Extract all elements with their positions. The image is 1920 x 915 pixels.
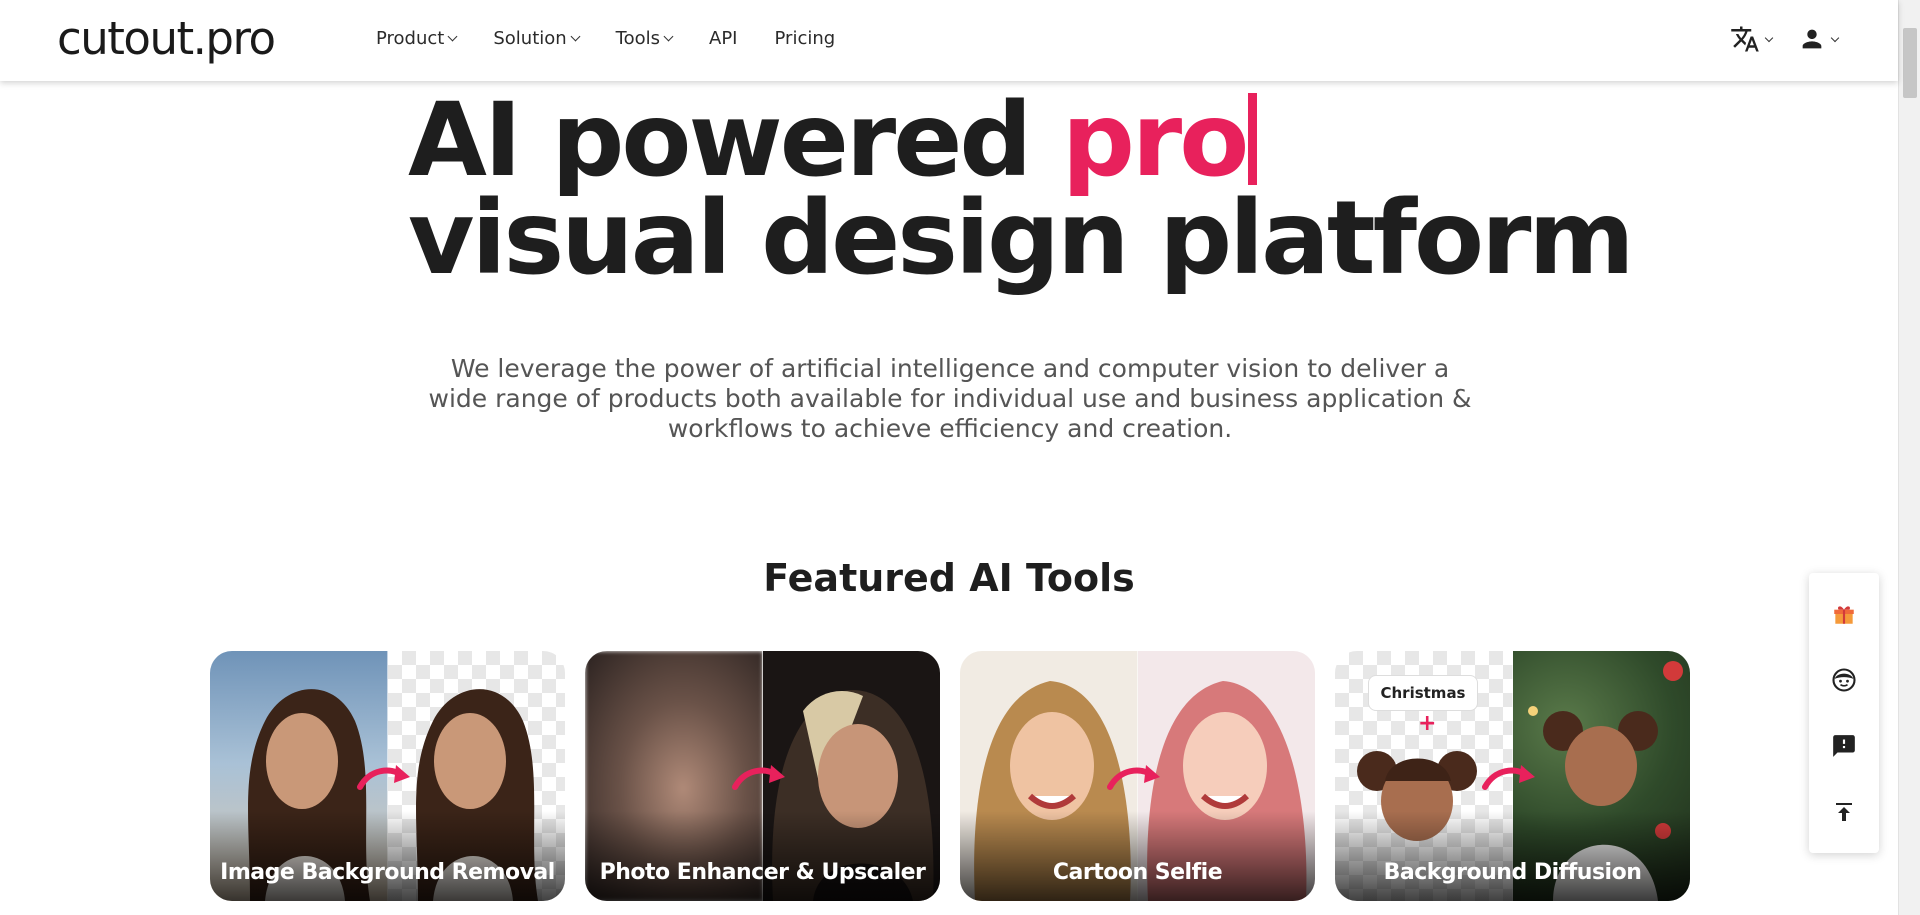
tool-card-cartoon-selfie[interactable]: Cartoon Selfie (960, 651, 1315, 901)
chevron-down-icon (663, 31, 674, 42)
account-button[interactable] (1798, 25, 1840, 53)
scrollbar-thumb[interactable] (1903, 28, 1917, 98)
nav-pricing[interactable]: Pricing (775, 28, 836, 49)
back-to-top-button[interactable] (1826, 794, 1862, 830)
top-navigation-bar: cutout.pro Product Solution Tools API Pr… (0, 0, 1898, 81)
feedback-button[interactable] (1826, 728, 1862, 764)
hero-title: AI powered pro visual design platform (408, 90, 1635, 298)
arrow-icon (732, 765, 785, 790)
arrow-icon (1107, 765, 1160, 790)
chevron-down-icon (447, 31, 458, 42)
card-shade (210, 811, 565, 901)
page-scrollbar[interactable] (1898, 0, 1920, 915)
feedback-icon (1833, 735, 1855, 757)
nav-solution[interactable]: Solution (493, 28, 581, 49)
nav-api-label: API (709, 28, 738, 49)
header-actions (1730, 24, 1840, 54)
card-shade (585, 811, 940, 901)
user-icon (1802, 29, 1822, 49)
christmas-tag: Christmas (1368, 675, 1478, 711)
language-button[interactable] (1730, 24, 1774, 54)
nav-api[interactable]: API (709, 28, 737, 49)
card-label: Image Background Removal (220, 860, 555, 885)
translate-icon (1731, 26, 1759, 52)
gift-icon (1834, 606, 1854, 624)
arrow-icon (1482, 765, 1535, 790)
hero-subtitle: We leverage the power of artificial inte… (428, 354, 1472, 443)
tool-card-background-removal[interactable]: Image Background Removal (210, 651, 565, 901)
card-label: Photo Enhancer & Upscaler (599, 860, 926, 885)
support-face-icon (1832, 668, 1856, 692)
logo[interactable]: cutout.pro (57, 12, 276, 65)
card-shade (1335, 811, 1690, 901)
card-label: Cartoon Selfie (1052, 860, 1223, 885)
chevron-down-icon (570, 31, 581, 42)
typing-cursor (1248, 93, 1258, 185)
hero-title-line1: AI powered pro (408, 90, 1632, 192)
card-label: Background Diffusion (1383, 860, 1642, 885)
floating-side-panel (1809, 573, 1879, 853)
chevron-down-icon (1764, 33, 1774, 42)
gift-button[interactable] (1826, 596, 1862, 632)
nav-pricing-label: Pricing (774, 28, 836, 49)
nav-tools[interactable]: Tools (615, 28, 674, 49)
arrow-icon (357, 765, 410, 790)
nav-tools-label: Tools (615, 28, 661, 49)
back-to-top-icon (1836, 803, 1852, 821)
nav-solution-label: Solution (493, 28, 567, 49)
nav-product[interactable]: Product (376, 28, 458, 49)
tool-card-photo-enhancer[interactable]: Photo Enhancer & Upscaler (585, 651, 940, 901)
tool-card-background-diffusion[interactable]: Christmas + Background Diffusion (1335, 651, 1690, 901)
featured-tools-heading: Featured AI Tools (763, 556, 1135, 600)
plus-icon: + (1418, 711, 1437, 736)
hero-title-line2: visual design platform (408, 179, 1635, 298)
support-button[interactable] (1826, 662, 1862, 698)
featured-tools-list: Image Background Removal Photo Enhancer … (210, 651, 1690, 901)
main-nav: Product Solution Tools API Pricing (376, 28, 872, 49)
nav-product-label: Product (376, 28, 445, 49)
chevron-down-icon (1830, 33, 1840, 42)
card-shade (960, 811, 1315, 901)
